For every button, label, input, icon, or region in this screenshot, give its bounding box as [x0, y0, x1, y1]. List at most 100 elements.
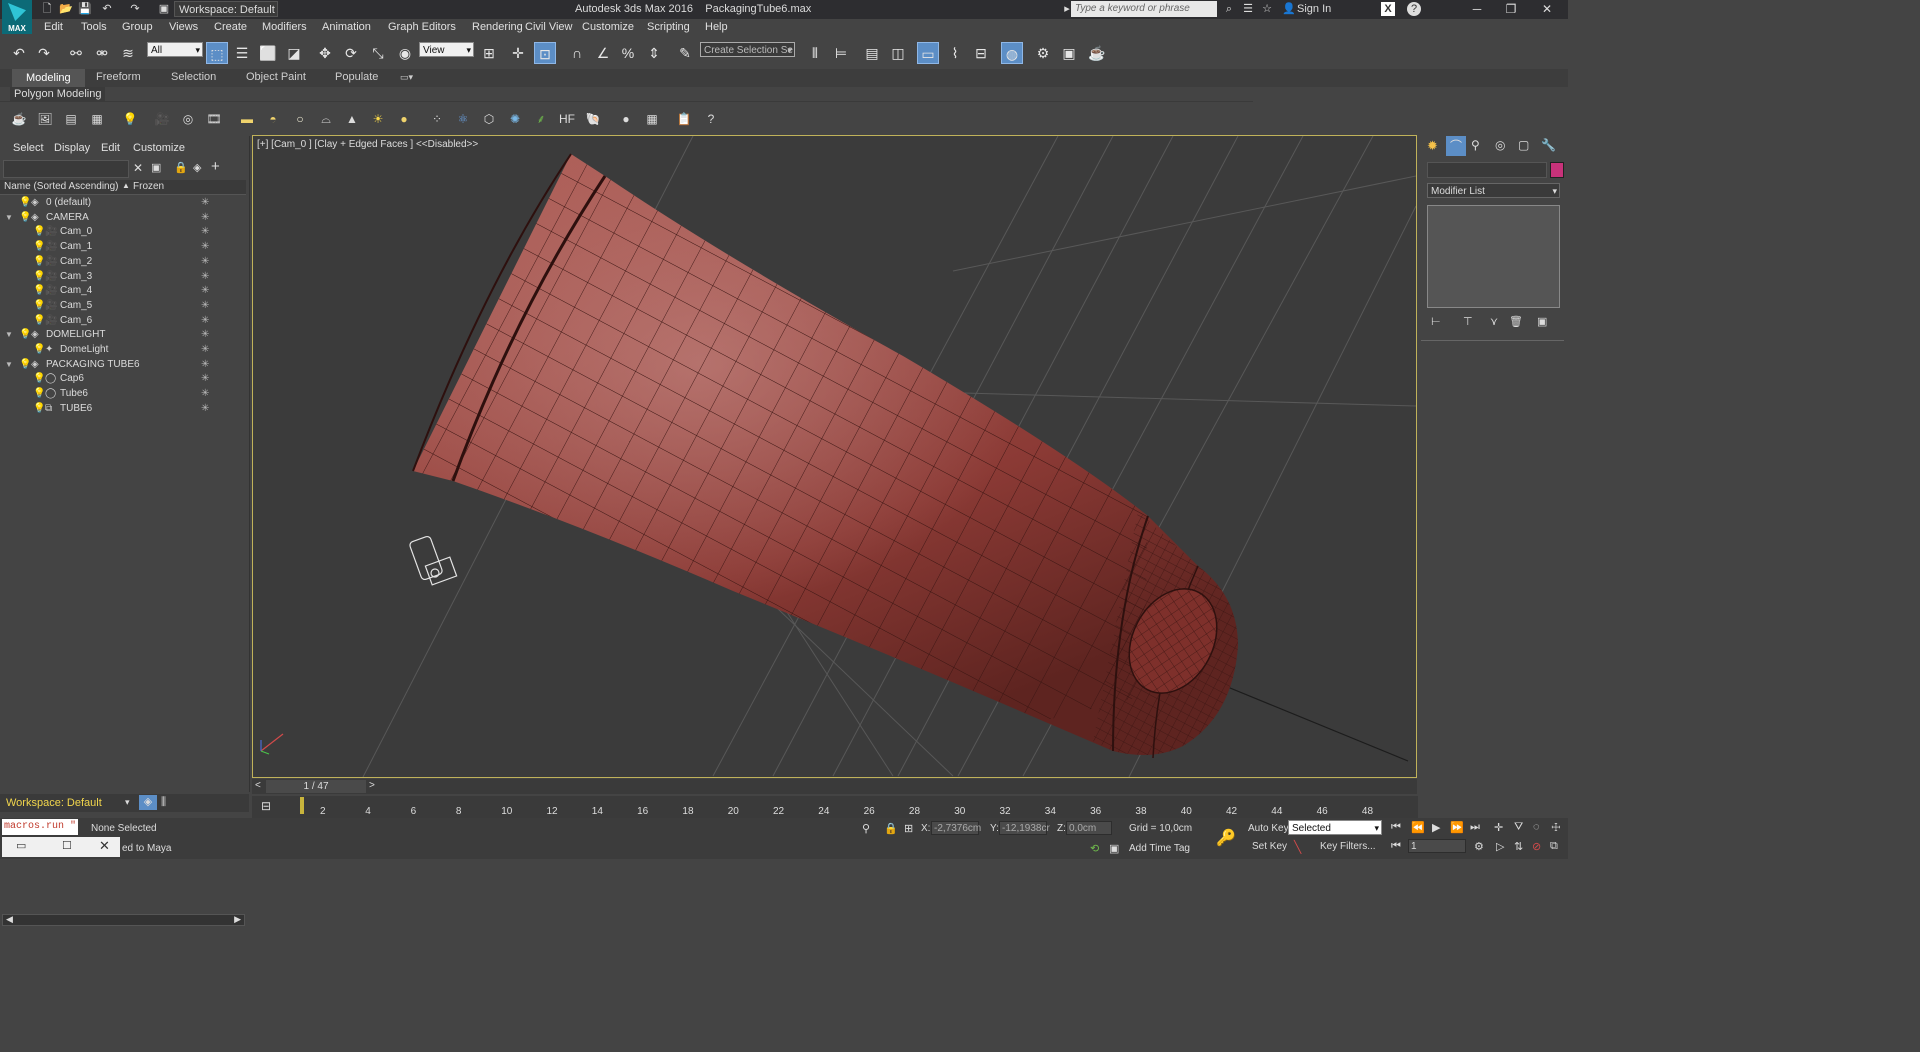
object-color-swatch[interactable]	[1550, 162, 1564, 178]
binoculars-icon[interactable]: ⌕	[1222, 2, 1236, 16]
menu-scripting[interactable]: Scripting	[647, 21, 690, 33]
time-config-icon[interactable]: ⚙	[1474, 840, 1484, 853]
tree-row[interactable]: 💡 🎥 Cam_4 ✳	[0, 284, 246, 299]
go-to-end-icon[interactable]: ⏭	[1470, 821, 1480, 834]
help-icon[interactable]: ?	[1407, 2, 1421, 16]
menu-civil-view[interactable]: Civil View	[525, 21, 572, 33]
track-bar[interactable]: ⊟ 2 4 6 8 10 12 14 16 18 20 22 24 26 28 30 32 34 36 38 40 42…	[252, 796, 1418, 818]
maximize-icon[interactable]: ☐	[62, 839, 72, 852]
toggle-ribbon-icon[interactable]: ▭	[917, 42, 939, 64]
create-tab-icon[interactable]: ✹	[1427, 138, 1438, 154]
edit-named-selection-icon[interactable]: ✎	[674, 42, 696, 64]
dolly-icon[interactable]: ⇅	[1514, 840, 1523, 853]
tree-row[interactable]: 💡 🎥 Cam_1 ✳	[0, 240, 246, 255]
freeze-toggle-icon[interactable]: ✳	[201, 255, 209, 270]
basket-icon[interactable]: ⌓	[316, 109, 336, 129]
packaging-tube-mesh[interactable]	[412, 153, 1238, 759]
image-icon[interactable]: 🖼	[35, 109, 55, 129]
y-coordinate-field[interactable]: -12,1938cr	[999, 821, 1050, 835]
sort-ascending-icon[interactable]: ▲	[122, 181, 130, 190]
tab-modeling[interactable]: Modeling	[12, 69, 85, 87]
close-icon[interactable]: ✕	[99, 838, 110, 854]
grid-panel-icon[interactable]: ▦	[642, 109, 662, 129]
schematic-view-icon[interactable]: ⊟	[970, 42, 992, 64]
isolate-icon[interactable]: ⚲	[862, 822, 870, 835]
key-filters-button[interactable]: Key Filters...	[1320, 841, 1376, 852]
selection-lock-icon[interactable]: 🔒	[884, 822, 898, 835]
restore-button[interactable]: ❐	[1496, 1, 1526, 17]
hair-fur-icon[interactable]: HF	[557, 109, 577, 129]
scroll-left-icon[interactable]: ◀	[6, 914, 13, 925]
render-setup-icon[interactable]: ⚙	[1032, 42, 1054, 64]
visibility-bulb-icon[interactable]: 💡	[33, 284, 45, 299]
z-coordinate-field[interactable]: 0,0cm	[1066, 821, 1112, 835]
modifier-stack[interactable]	[1427, 205, 1560, 308]
tree-row[interactable]: ▼ 💡 ◈ DOMELIGHT ✳	[0, 328, 246, 343]
column-frozen[interactable]: Frozen	[133, 181, 164, 192]
menu-rendering[interactable]: Rendering	[472, 21, 523, 33]
expand-toggle-icon[interactable]: ▼	[5, 211, 13, 226]
configure-sets-icon[interactable]: ▣	[1537, 315, 1547, 328]
close-button[interactable]: ✕	[1532, 1, 1562, 17]
grass-icon[interactable]: ⸙	[531, 109, 551, 129]
selection-filter-dropdown[interactable]: All	[147, 42, 203, 58]
pan-icon[interactable]: ☩	[1551, 821, 1561, 834]
toggle-scene-explorer-icon[interactable]: ▤	[861, 42, 883, 64]
menu-views[interactable]: Views	[169, 21, 198, 33]
play-icon[interactable]: ▶	[1432, 821, 1440, 834]
menu-create[interactable]: Create	[214, 21, 247, 33]
visibility-bulb-icon[interactable]: 💡	[33, 225, 45, 240]
absolute-mode-icon[interactable]: ⊞	[904, 822, 913, 835]
freeze-toggle-icon[interactable]: ✳	[201, 299, 209, 314]
freeze-toggle-icon[interactable]: ✳	[201, 314, 209, 329]
menu-tools[interactable]: Tools	[81, 21, 107, 33]
tree-row-name[interactable]: Cam_5	[60, 299, 92, 314]
auto-key-button[interactable]: Auto Key	[1248, 823, 1289, 834]
layers-icon[interactable]: ◈	[193, 161, 201, 174]
spinner-snap-icon[interactable]: ⇕	[643, 42, 665, 64]
visibility-bulb-icon[interactable]: 💡	[33, 299, 45, 314]
x-coordinate-field[interactable]: -2,7376cm	[931, 821, 981, 835]
tree-row[interactable]: 💡 ✦ DomeLight ✳	[0, 343, 246, 358]
scale-icon[interactable]: ⤡	[367, 42, 389, 64]
prev-frame-icon[interactable]: <	[255, 780, 261, 791]
scroll-right-icon[interactable]: ▶	[234, 914, 241, 925]
redo-icon[interactable]: ↷	[128, 2, 142, 16]
toggle-layer-explorer-icon[interactable]: ◫	[887, 42, 909, 64]
visibility-bulb-icon[interactable]: 💡	[33, 270, 45, 285]
target-icon[interactable]: ◎	[178, 109, 198, 129]
tab-populate[interactable]: Populate	[335, 71, 378, 83]
expand-toggle-icon[interactable]: ▼	[5, 358, 13, 373]
viewport-label[interactable]: [+] [Cam_0 ] [Clay + Edged Faces ] <<Dis…	[257, 139, 478, 150]
freeze-toggle-icon[interactable]: ✳	[201, 328, 209, 343]
motion-tab-icon[interactable]: ◎	[1495, 138, 1505, 152]
camera-tool-icon[interactable]: 🎥	[152, 109, 172, 129]
explorer-menu-select[interactable]: Select	[13, 142, 44, 154]
menu-modifiers[interactable]: Modifiers	[262, 21, 307, 33]
app-logo[interactable]: MAX	[2, 0, 32, 34]
gear-sphere-icon[interactable]: ✺	[505, 109, 525, 129]
material-editor-icon[interactable]: ◍	[1001, 42, 1023, 64]
orbit-icon[interactable]: ◌	[1533, 821, 1540, 833]
dome-icon[interactable]: ◓	[263, 109, 283, 129]
explorer-menu-display[interactable]: Display	[54, 142, 90, 154]
workspace-label[interactable]: Workspace: Default	[6, 797, 102, 809]
tree-row[interactable]: 💡 🎥 Cam_0 ✳	[0, 225, 246, 240]
set-key-filter-icon[interactable]: 🔑	[1216, 828, 1236, 848]
sort-by-layer-icon[interactable]: ◈	[139, 795, 157, 810]
explorer-scrollbar[interactable]: ◀ ▶	[2, 914, 245, 926]
time-marker[interactable]	[300, 797, 304, 814]
workspace-dropdown[interactable]: Workspace: Default	[174, 1, 278, 17]
tree-row[interactable]: ▼ 💡 ◈ PACKAGING TUBE6 ✳	[0, 358, 246, 373]
undo-icon[interactable]: ↶	[100, 2, 114, 16]
viewport[interactable]	[252, 135, 1417, 778]
tree-row-name[interactable]: Cam_3	[60, 270, 92, 285]
move-icon[interactable]: ✥	[314, 42, 336, 64]
tree-row-name[interactable]: DOMELIGHT	[46, 328, 105, 343]
select-by-name-icon[interactable]: ☰	[231, 42, 253, 64]
curve-editor-icon[interactable]: ⌇	[944, 42, 966, 64]
sign-in-button[interactable]: Sign In	[1297, 3, 1331, 15]
tree-row-name[interactable]: TUBE6	[60, 402, 92, 417]
modify-tab-icon[interactable]: ⌒	[1446, 136, 1466, 156]
tree-row[interactable]: 💡 🎥 Cam_2 ✳	[0, 255, 246, 270]
